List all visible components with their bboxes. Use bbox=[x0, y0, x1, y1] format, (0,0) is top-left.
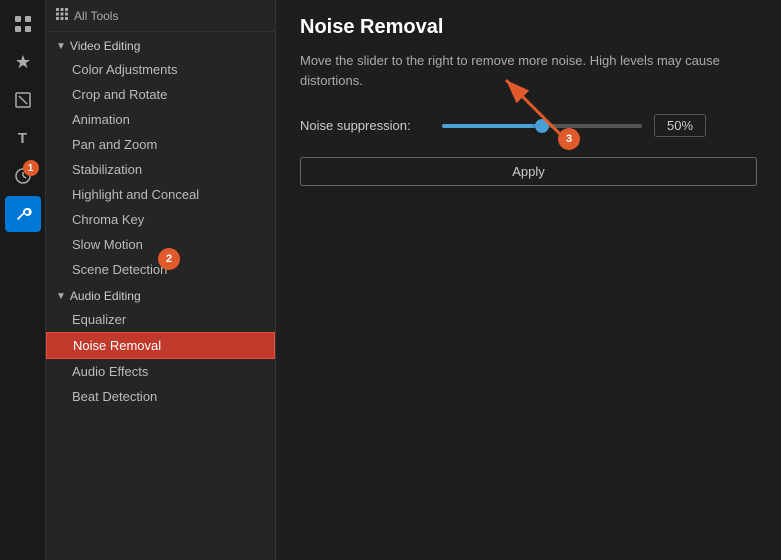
grid-icon bbox=[56, 8, 68, 23]
sidebar-item-color-adjustments[interactable]: Color Adjustments bbox=[46, 57, 275, 82]
annotation-arrow-3: 3 bbox=[476, 60, 596, 155]
grid-add-icon-btn[interactable] bbox=[5, 6, 41, 42]
video-editing-label: Video Editing bbox=[70, 39, 141, 53]
clock-icon-btn[interactable]: 1 bbox=[5, 158, 41, 194]
sidebar-item-animation[interactable]: Animation bbox=[46, 107, 275, 132]
clock-badge: 1 bbox=[23, 160, 39, 176]
sidebar-item-crop-rotate[interactable]: Crop and Rotate bbox=[46, 82, 275, 107]
star-icon-btn[interactable] bbox=[5, 44, 41, 80]
all-tools-header[interactable]: All Tools bbox=[46, 0, 275, 32]
step-3-badge: 3 bbox=[558, 128, 580, 150]
sidebar-item-audio-effects[interactable]: Audio Effects bbox=[46, 359, 275, 384]
all-tools-label: All Tools bbox=[74, 9, 118, 23]
sidebar-item-equalizer[interactable]: Equalizer bbox=[46, 307, 275, 332]
sidebar-item-pan-zoom[interactable]: Pan and Zoom bbox=[46, 132, 275, 157]
crop-icon-btn[interactable] bbox=[5, 82, 41, 118]
page-title: Noise Removal bbox=[300, 16, 757, 39]
icon-bar: T 1 bbox=[0, 0, 46, 560]
step-2-badge: 2 bbox=[158, 248, 180, 270]
sidebar-item-highlight-conceal[interactable]: Highlight and Conceal bbox=[46, 182, 275, 207]
sidebar-item-chroma-key[interactable]: Chroma Key bbox=[46, 207, 275, 232]
audio-editing-label: Audio Editing bbox=[70, 289, 141, 303]
main-content: Noise Removal Move the slider to the rig… bbox=[276, 0, 781, 560]
apply-button[interactable]: Apply bbox=[300, 157, 757, 186]
suppression-label: Noise suppression: bbox=[300, 118, 430, 133]
suppression-value[interactable]: 50% bbox=[654, 114, 706, 137]
tools-icon-btn[interactable] bbox=[5, 196, 41, 232]
text-symbol: T bbox=[18, 130, 27, 147]
sidebar-item-noise-removal[interactable]: Noise Removal bbox=[46, 332, 275, 359]
sidebar-item-stabilization[interactable]: Stabilization bbox=[46, 157, 275, 182]
chevron-down-icon: ▼ bbox=[56, 41, 66, 52]
sidebar: All Tools ▼ Video Editing Color Adjustme… bbox=[46, 0, 276, 560]
video-editing-section-header[interactable]: ▼ Video Editing bbox=[46, 32, 275, 57]
chevron-down-icon-2: ▼ bbox=[56, 291, 66, 302]
text-icon-btn[interactable]: T bbox=[5, 120, 41, 156]
sidebar-item-beat-detection[interactable]: Beat Detection bbox=[46, 384, 275, 409]
audio-editing-section-header[interactable]: ▼ Audio Editing bbox=[46, 282, 275, 307]
